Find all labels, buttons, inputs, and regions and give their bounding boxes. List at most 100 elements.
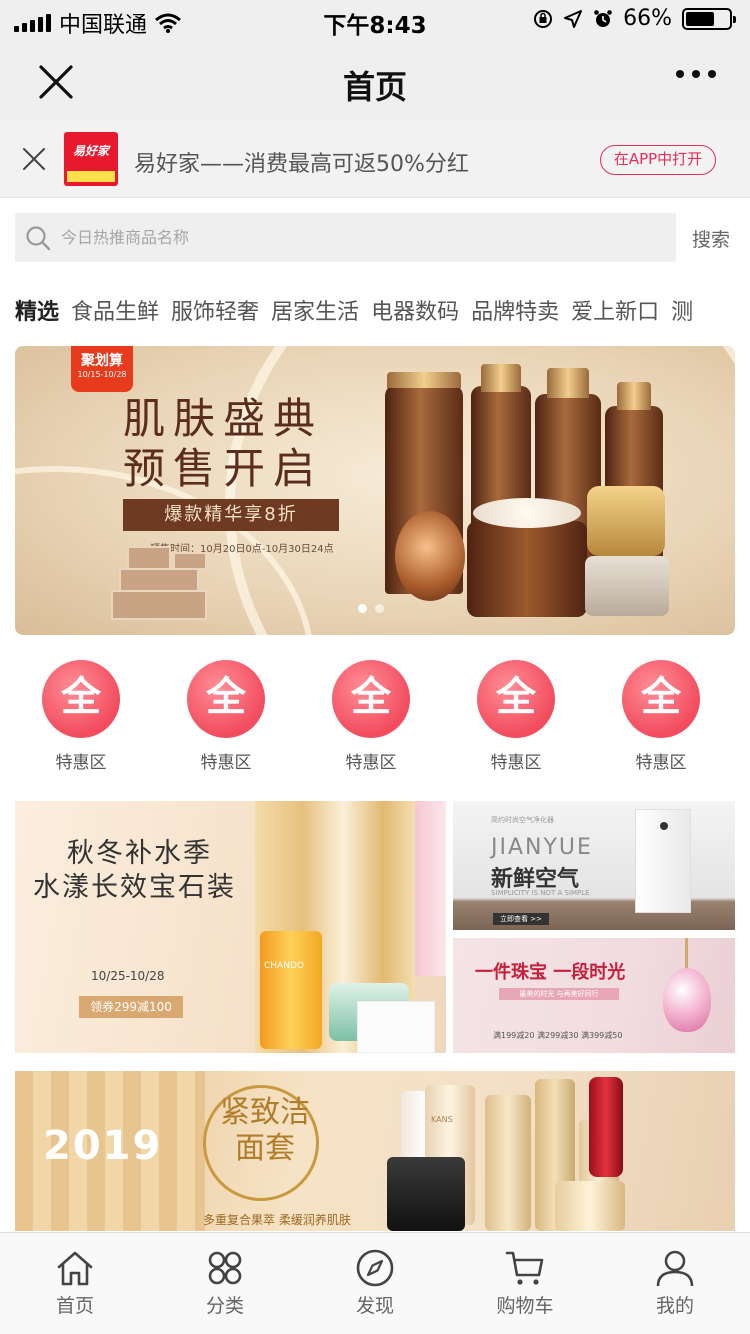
pendant-image [663,968,711,1032]
hero-headline-2: 预售开启 [123,444,324,493]
quick-entry-glyph: 全 [641,674,681,720]
quick-entry-label: 特惠区 [345,753,397,773]
battery-icon [682,7,736,30]
promo-cleanser-banner[interactable]: 2019 紧致洁面套 多重复合果萃 柔缓润养肌肤 KANS [15,1071,735,1231]
special-offer-icon: 全 [42,660,120,738]
bottom-tab-bar: 首页 分类 发现 购物车 我的 [0,1232,750,1334]
special-offer-icon: 全 [187,660,265,738]
carousel-dots[interactable] [358,604,384,613]
dismiss-banner-icon[interactable] [22,147,46,171]
promo-b-brand: JIANYUE [491,835,593,860]
page-title: 首页 [342,68,407,106]
promo-b-button[interactable]: 立即查看 >> [493,913,549,925]
quick-entry[interactable]: 全 特惠区 [606,660,716,773]
promo-c-strip: 最美的时光 与再美好同行 [499,988,619,1000]
tab-category-label: 分类 [205,1295,244,1317]
quick-entry[interactable]: 全 特惠区 [461,660,571,773]
search-input[interactable] [61,213,661,262]
pink-bottle-image [415,801,446,976]
promo-b-subtitle: SIMPLICITY IS NOT A SIMPLE [491,889,590,897]
home-icon [57,1251,93,1286]
quick-entry-glyph: 全 [61,674,101,720]
product-brand: CHANDO [264,961,304,971]
product-brand: KANS [431,1115,453,1124]
quick-entry-label: 特惠区 [55,753,107,773]
promo-a-line2: 水漾长效宝石装 [33,872,236,903]
quick-entry-label: 特惠区 [200,753,252,773]
quick-entry-label: 特惠区 [490,753,542,773]
app-banner-text: 易好家——消费最高可返50%分红 [134,152,469,177]
tab-home-label: 首页 [55,1295,94,1317]
promo-d-subtitle: 多重复合果萃 柔缓润养肌肤 [203,1213,351,1227]
tab-cart-label: 购物车 [496,1295,554,1317]
promo-air-purifier-banner[interactable]: 简约时尚空气净化器 JIANYUE 新鲜空气 SIMPLICITY IS NOT… [453,801,735,930]
open-in-app-button[interactable]: 在APP中打开 [600,145,716,175]
white-box-image [357,1001,435,1053]
tab-profile[interactable]: 我的 [615,1249,735,1318]
category-tab[interactable]: 测 [671,294,693,326]
quick-entry-row: 全 特惠区 全 特惠区 全 特惠区 全 特惠区 全 特惠区 [0,660,750,773]
promo-a-coupon[interactable]: 领券299减100 [79,996,183,1018]
cart-icon [505,1251,544,1285]
promo-a-line1: 秋冬补水季 [67,838,212,869]
hero-banner[interactable]: 聚划算 10/15-10/28 肌肤盛典 预售开启 爆款精华享8折 预售时间：1… [15,346,735,635]
tab-discover[interactable]: 发现 [315,1249,435,1318]
promo-hydration-banner[interactable]: CHANDO 秋冬补水季 水漾长效宝石装 10/25-10/28 领券299减1… [15,801,446,1053]
category-tab[interactable]: 爱上新口 [571,294,659,326]
promo-jewelry-banner[interactable]: 一件珠宝 一段时光 最美的时光 与再美好同行 满199减20 满299减30 满… [453,938,735,1053]
app-logo-text: 易好家 [72,144,109,158]
quick-entry-label: 特惠区 [635,753,687,773]
app-download-banner: 易好家 易好家——消费最高可返50%分红 在APP中打开 [0,120,750,198]
navigation-bar: 首页 [0,40,750,120]
tab-category[interactable]: 分类 [165,1249,285,1318]
search-icon [26,226,51,251]
tab-discover-label: 发现 [355,1295,394,1317]
more-options-icon[interactable] [676,70,716,78]
category-tab[interactable]: 居家生活 [271,294,359,326]
quick-entry[interactable]: 全 特惠区 [26,660,136,773]
quick-entry-glyph: 全 [496,674,536,720]
tab-cart[interactable]: 购物车 [465,1249,585,1318]
hero-headline: 肌肤盛典 预售开启 [123,394,323,494]
promo-a-title: 秋冬补水季 水漾长效宝石装 [33,837,236,905]
app-logo: 易好家 [64,132,118,186]
quick-entry-glyph: 全 [206,674,246,720]
hero-headline-1: 肌肤盛典 [123,394,324,443]
quick-entry-glyph: 全 [351,674,391,720]
quick-entry[interactable]: 全 特惠区 [316,660,426,773]
promo-d-title: 紧致洁面套 [220,1095,310,1166]
tag-date: 10/15-10/28 [77,370,127,379]
user-icon [656,1250,694,1287]
tag-title: 聚划算 [81,353,123,369]
special-offer-icon: 全 [332,660,410,738]
tab-home[interactable]: 首页 [15,1249,135,1318]
category-tab[interactable]: 食品生鲜 [71,294,159,326]
category-tabs: 精选 食品生鲜 服饰轻奢 居家生活 电器数码 品牌特卖 爱上新口 测 [15,294,750,328]
category-icon [208,1251,242,1285]
search-box[interactable] [15,213,676,262]
compass-icon [356,1249,394,1287]
promo-c-title: 一件珠宝 一段时光 [475,962,626,983]
special-offer-icon: 全 [477,660,555,738]
search-button[interactable]: 搜索 [692,225,730,252]
promo-b-caption: 简约时尚空气净化器 [491,816,554,824]
special-offer-icon: 全 [622,660,700,738]
category-tab[interactable]: 电器数码 [371,294,459,326]
alarm-icon [594,9,612,27]
rotation-lock-icon [534,9,553,28]
status-right: 66% [533,6,736,31]
quick-entry[interactable]: 全 特惠区 [171,660,281,773]
category-tab[interactable]: 服饰轻奢 [171,294,259,326]
location-icon [564,9,583,28]
status-bar: 中国联通 下午8:43 66% [0,0,750,40]
air-purifier-image [635,809,691,913]
orange-bottle-image: CHANDO [260,931,322,1049]
category-tab[interactable]: 品牌特卖 [471,294,559,326]
category-tab[interactable]: 精选 [15,294,59,326]
tab-profile-label: 我的 [655,1295,694,1317]
promo-a-date: 10/25-10/28 [91,969,165,983]
promo-d-year: 2019 [43,1123,163,1169]
pendant-chain [685,938,688,968]
juhuasuan-tag: 聚划算 10/15-10/28 [71,346,133,392]
hero-subline: 爆款精华享8折 [123,499,339,531]
